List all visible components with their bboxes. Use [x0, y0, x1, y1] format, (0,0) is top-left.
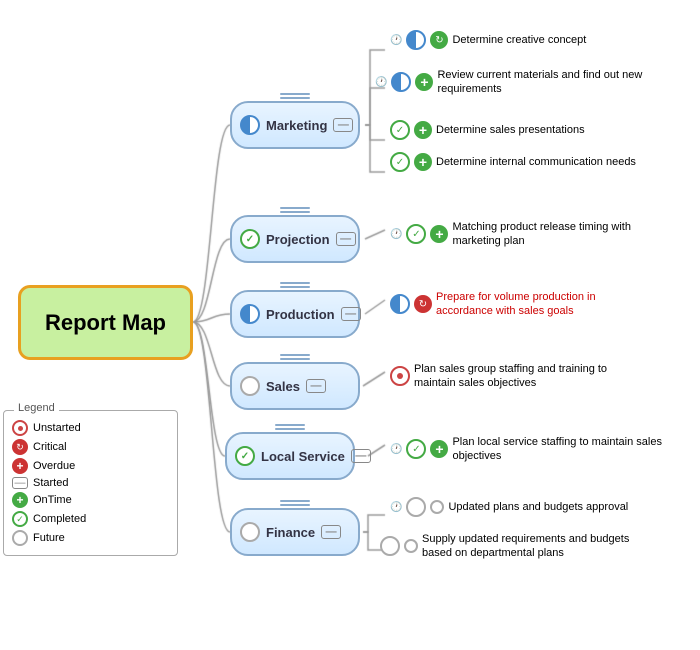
leaf-marketing-2: 🕐 + Review current materials and find ou…	[375, 68, 647, 97]
branch-localservice[interactable]: ✓ Local Service —	[225, 432, 355, 480]
localservice-icon: ✓	[235, 446, 255, 466]
clock-icon: 🕐	[390, 229, 402, 240]
legend-critical-icon: ↻	[12, 439, 28, 455]
branch-projection[interactable]: ✓ Projection —	[230, 215, 360, 263]
marketing-label: Marketing	[266, 118, 327, 133]
legend-future-icon	[12, 530, 28, 546]
legend-critical-label: Critical	[33, 441, 67, 453]
legend-unstarted: Unstarted	[12, 420, 169, 436]
legend-overdue-icon: +	[12, 458, 28, 474]
marketing-icon	[240, 115, 260, 135]
leaf-action-icon: +	[414, 153, 432, 171]
leaf-icon	[380, 536, 400, 556]
finance-label: Finance	[266, 525, 315, 540]
legend-future: Future	[12, 530, 169, 546]
projection-label: Projection	[266, 232, 330, 247]
branch-finance[interactable]: Finance —	[230, 508, 360, 556]
legend-overdue-label: Overdue	[33, 460, 75, 472]
leaf-sales-1: Plan sales group staffing and training t…	[390, 362, 624, 391]
leaf-action-icon: ↻	[414, 295, 432, 313]
root-label: Report Map	[45, 310, 166, 336]
projection-icon: ✓	[240, 229, 260, 249]
leaf-marketing-4: ✓ + Determine internal communication nee…	[390, 152, 636, 172]
production-label: Production	[266, 307, 335, 322]
leaf-text: Determine internal communication needs	[436, 155, 636, 169]
legend-started: — Started	[12, 477, 169, 489]
leaf-sub-icon	[430, 500, 444, 514]
leaf-action-icon: +	[430, 225, 448, 243]
legend-started-icon: —	[12, 477, 28, 489]
leaf-production-1: ↻ Prepare for volume production in accor…	[390, 290, 646, 319]
legend-unstarted-icon	[12, 420, 28, 436]
leaf-icon: ✓	[406, 439, 426, 459]
leaf-action-icon: +	[414, 121, 432, 139]
clock-icon: 🕐	[390, 502, 402, 513]
legend-started-label: Started	[33, 477, 68, 489]
leaf-text: Determine creative concept	[452, 33, 586, 47]
leaf-text: Plan sales group staffing and training t…	[414, 362, 624, 391]
finance-connector: —	[321, 525, 341, 539]
legend-title: Legend	[14, 402, 59, 414]
legend-ontime-icon: +	[12, 492, 28, 508]
leaf-text: Determine sales presentations	[436, 123, 585, 137]
leaf-icon: ✓	[406, 224, 426, 244]
leaf-action-icon: +	[430, 440, 448, 458]
legend-ontime: + OnTime	[12, 492, 169, 508]
legend-critical: ↻ Critical	[12, 439, 169, 455]
clock-icon: 🕐	[390, 444, 402, 455]
localservice-label: Local Service	[261, 449, 345, 464]
sales-label: Sales	[266, 379, 300, 394]
leaf-icon	[406, 30, 426, 50]
branch-sales[interactable]: Sales —	[230, 362, 360, 410]
leaf-icon: ✓	[390, 152, 410, 172]
branch-production[interactable]: Production —	[230, 290, 360, 338]
leaf-icon	[390, 294, 410, 314]
leaf-marketing-1: 🕐 ↻ Determine creative concept	[390, 30, 586, 50]
legend-completed-icon: ✓	[12, 511, 28, 527]
legend-completed-label: Completed	[33, 513, 86, 525]
leaf-icon	[390, 366, 410, 386]
root-node: Report Map	[18, 285, 193, 360]
leaf-text: Matching product release timing with mar…	[452, 220, 662, 249]
leaf-action-icon: +	[415, 73, 433, 91]
leaf-localservice-1: 🕐 ✓ + Plan local service staffing to mai…	[390, 435, 662, 464]
marketing-connector: —	[333, 118, 353, 132]
leaf-marketing-3: ✓ + Determine sales presentations	[390, 120, 585, 140]
leaf-icon: ✓	[390, 120, 410, 140]
legend-unstarted-label: Unstarted	[33, 422, 81, 434]
legend-overdue: + Overdue	[12, 458, 169, 474]
legend-completed: ✓ Completed	[12, 511, 169, 527]
clock-icon: 🕐	[375, 77, 387, 88]
sales-icon	[240, 376, 260, 396]
legend-ontime-label: OnTime	[33, 494, 72, 506]
leaf-icon	[406, 497, 426, 517]
production-icon	[240, 304, 260, 324]
production-connector: —	[341, 307, 361, 321]
projection-connector: —	[336, 232, 356, 246]
leaf-text: Review current materials and find out ne…	[437, 68, 647, 97]
finance-icon	[240, 522, 260, 542]
branch-marketing[interactable]: Marketing —	[230, 101, 360, 149]
leaf-text: Prepare for volume production in accorda…	[436, 290, 646, 319]
leaf-action-icon: ↻	[430, 31, 448, 49]
legend-box: Legend Unstarted ↻ Critical + Overdue — …	[3, 410, 178, 556]
leaf-projection-1: 🕐 ✓ + Matching product release timing wi…	[390, 220, 662, 249]
clock-icon: 🕐	[390, 35, 402, 46]
leaf-text: Updated plans and budgets approval	[448, 500, 628, 514]
localservice-connector: —	[351, 449, 371, 463]
legend-future-label: Future	[33, 532, 65, 544]
leaf-finance-2: Supply updated requirements and budgets …	[380, 532, 632, 561]
leaf-text: Supply updated requirements and budgets …	[422, 532, 632, 561]
sales-connector: —	[306, 379, 326, 393]
leaf-sub-icon	[404, 539, 418, 553]
leaf-text: Plan local service staffing to maintain …	[452, 435, 662, 464]
leaf-icon	[391, 72, 411, 92]
leaf-finance-1: 🕐 Updated plans and budgets approval	[390, 497, 628, 517]
